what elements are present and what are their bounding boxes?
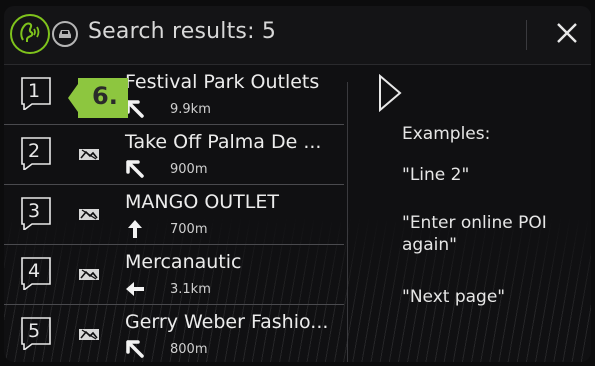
example-item: "Line 2"	[402, 165, 470, 185]
header-bar: Search results: 5	[4, 6, 591, 65]
result-name: Mercanautic	[125, 251, 242, 273]
result-row[interactable]: 2 Take Off Palma De ... 900m	[4, 124, 344, 185]
result-row[interactable]: 3 MANGO OUTLET 700m	[4, 184, 344, 245]
poi-category-icon	[79, 269, 99, 280]
examples-panel: Examples: "Line 2" "Enter online POI aga…	[348, 64, 591, 362]
result-distance: 700m	[170, 222, 208, 237]
voice-control-button[interactable]	[10, 14, 50, 54]
car-icon	[52, 21, 78, 47]
result-name: Gerry Weber Fashio...	[125, 311, 329, 333]
page-title: Search results: 5	[88, 19, 277, 44]
result-distance: 9.9km	[170, 102, 211, 117]
result-name: MANGO OUTLET	[125, 191, 279, 213]
result-row[interactable]: 5 Gerry Weber Fashio... 800m	[4, 304, 344, 362]
direction-arrow-icon	[126, 282, 144, 296]
result-number: 1	[27, 80, 41, 102]
result-number: 2	[27, 140, 41, 162]
voice-control-icon	[16, 18, 44, 50]
result-distance: 3.1km	[170, 282, 211, 297]
result-distance: 900m	[170, 162, 208, 177]
result-distance: 800m	[170, 342, 208, 357]
close-button[interactable]	[552, 20, 582, 50]
step-badge-label: 6.	[92, 82, 118, 110]
close-icon	[555, 21, 579, 49]
navigation-screen: Search results: 5 1 Festival Park Outlets…	[4, 6, 591, 362]
header-divider	[526, 20, 527, 50]
play-icon[interactable]	[378, 73, 402, 113]
direction-arrow-icon	[126, 340, 144, 358]
direction-arrow-icon	[126, 160, 144, 178]
result-name: Festival Park Outlets	[125, 71, 320, 93]
direction-arrow-icon	[128, 220, 142, 238]
result-row[interactable]: 4 Mercanautic 3.1km	[4, 244, 344, 305]
poi-category-icon	[79, 209, 99, 220]
result-row[interactable]: 1 Festival Park Outlets 9.9km	[4, 64, 344, 125]
examples-title: Examples:	[402, 124, 491, 144]
result-name: Take Off Palma De ...	[125, 131, 322, 153]
poi-category-icon	[79, 329, 99, 340]
result-number: 5	[27, 320, 41, 342]
poi-category-icon	[79, 149, 99, 160]
result-number: 4	[27, 260, 41, 282]
example-item: "Next page"	[402, 287, 506, 307]
example-item: "Enter online POI again"	[402, 213, 547, 255]
result-number: 3	[27, 200, 41, 222]
results-list: 1 Festival Park Outlets 9.9km 2 Take Off Pal…	[4, 64, 344, 362]
